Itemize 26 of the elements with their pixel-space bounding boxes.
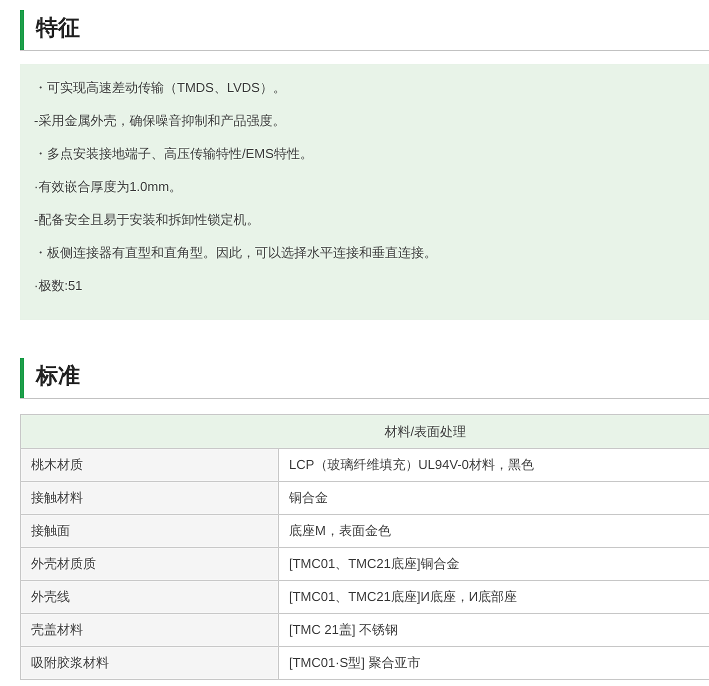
feature-item: ·极数:51 xyxy=(34,277,84,295)
section-heading: 标准 xyxy=(34,362,80,390)
table-cell: [TMC 21盖] 不锈钢 xyxy=(278,614,709,646)
heading-accent xyxy=(20,358,24,398)
row-label: 吸附胶浆材料 xyxy=(20,646,278,680)
row-label: 壳盖材料 xyxy=(20,614,278,646)
table-cell: [TMC01、TMC21底座]铜合金 xyxy=(278,548,709,580)
feature-item: -配备安全且易于安装和拆卸性锁定机。 xyxy=(34,211,260,229)
table-cell: [TMC01·S型] 聚合亚市 xyxy=(278,646,709,680)
table-cell: 铜合金 xyxy=(278,482,709,514)
row-label: 外壳材质质 xyxy=(20,548,278,580)
heading-accent xyxy=(20,10,24,50)
feature-item: ・可实现高速差动传输（TMDS、LVDS）。 xyxy=(34,79,287,97)
table-cell: LCP（玻璃纤维填充）UL94V-0材料，黑色 xyxy=(278,448,709,482)
feature-item: ・板侧连接器有直型和直角型。因此，可以选择水平连接和垂直连接。 xyxy=(34,244,438,262)
table-cell: [TMC01、TMC21底座]И底座，И底部座 xyxy=(278,580,709,614)
feature-item: -采用金属外壳，确保噪音抑制和产品强度。 xyxy=(34,112,286,130)
section-heading: 特征 xyxy=(34,14,80,42)
feature-item: ·有效嵌合厚度为1.0mm。 xyxy=(34,178,184,196)
row-label: 外壳线 xyxy=(20,580,278,614)
row-label: 桃木材质 xyxy=(20,448,278,482)
feature-item: ・多点安装接地端子、高压传输特性/EMS特性。 xyxy=(34,145,314,163)
row-label: 接触面 xyxy=(20,514,278,548)
table-cell: 底座M，表面金色 xyxy=(278,514,709,548)
column-header: 材料/表面处理 xyxy=(384,424,466,439)
row-label: 接触材料 xyxy=(20,482,278,514)
